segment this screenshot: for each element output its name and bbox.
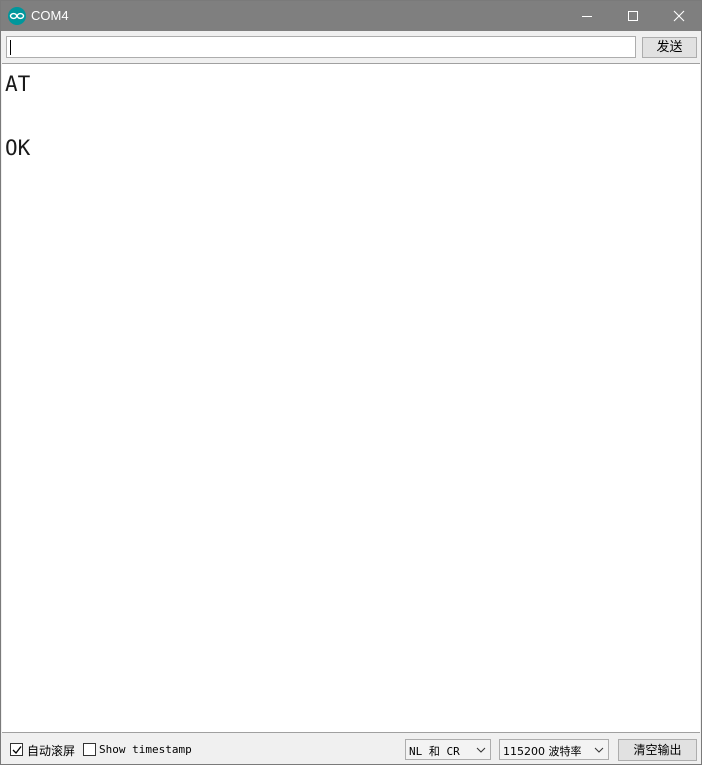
line-ending-value: NL 和 CR [409,745,460,758]
close-icon [673,10,685,22]
arduino-logo-icon [8,7,26,25]
send-button[interactable]: 发送 [642,37,697,58]
baud-rate-select[interactable]: 115200 波特率 [499,739,609,760]
line-ending-select[interactable]: NL 和 CR [405,739,491,760]
chevron-down-icon [476,747,486,753]
send-row: 发送 [1,31,701,63]
serial-input[interactable] [6,36,636,58]
output-line: AT [5,72,31,96]
maximize-icon [628,11,638,21]
window-title: COM4 [31,8,69,23]
serial-monitor-window: COM4 发送 AT OK 自动滚屏 Show timestamp NL 和 C… [0,0,702,765]
minimize-button[interactable] [564,1,610,31]
close-button[interactable] [656,1,702,31]
autoscroll-label[interactable]: 自动滚屏 [27,742,75,759]
serial-output[interactable]: AT OK [2,63,700,733]
autoscroll-checkbox[interactable] [10,743,23,756]
output-line: OK [5,136,31,160]
checkmark-icon [12,746,22,754]
baud-rate-value: 115200 波特率 [503,745,582,758]
title-bar[interactable]: COM4 [1,1,701,31]
text-caret [10,40,11,55]
minimize-icon [582,16,592,17]
maximize-button[interactable] [610,1,656,31]
clear-output-button[interactable]: 清空输出 [618,739,697,761]
timestamp-checkbox[interactable] [83,743,96,756]
status-bar: 自动滚屏 Show timestamp NL 和 CR 115200 波特率 清… [1,734,701,764]
chevron-down-icon [594,747,604,753]
timestamp-label[interactable]: Show timestamp [99,743,192,756]
